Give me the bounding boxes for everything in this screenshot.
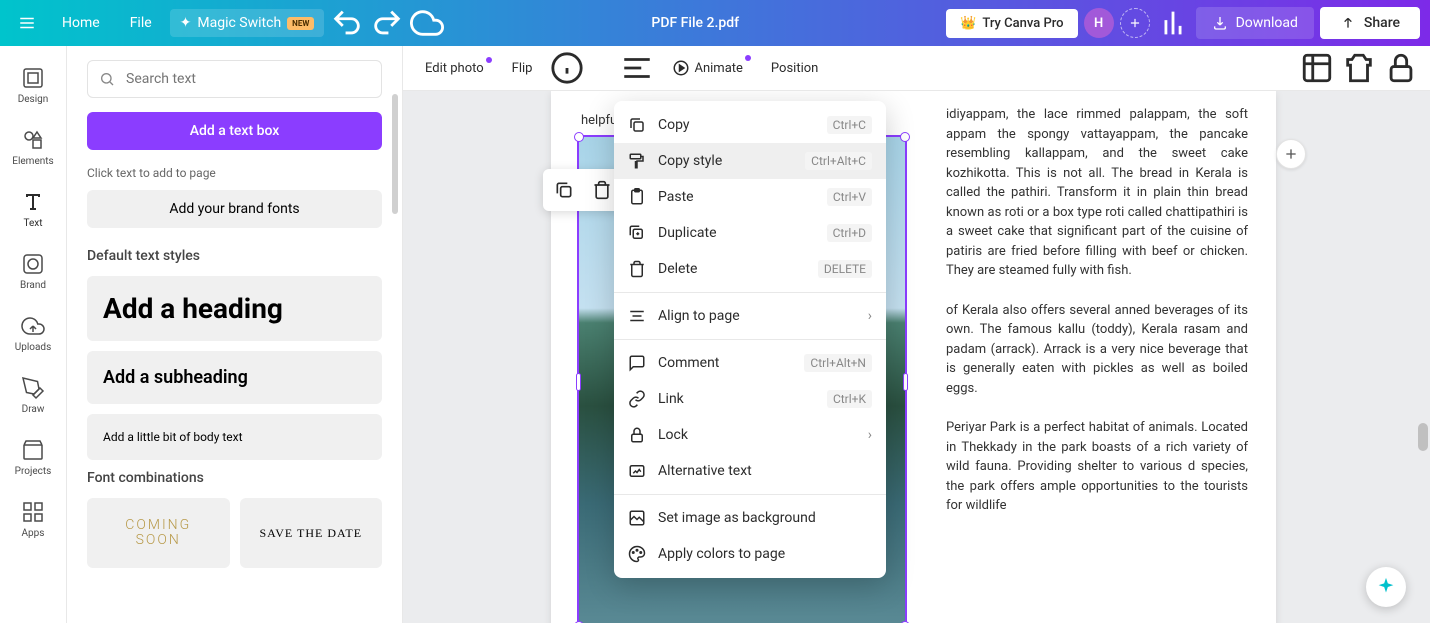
- insights-button[interactable]: [1156, 6, 1190, 40]
- duplicate-icon-button[interactable]: [547, 173, 581, 207]
- style-body[interactable]: Add a little bit of body text: [87, 414, 382, 460]
- page-add-button[interactable]: [1276, 139, 1306, 169]
- copy-style-button[interactable]: [1342, 51, 1376, 85]
- try-pro-button[interactable]: 👑 Try Canva Pro: [946, 9, 1077, 38]
- search-icon: [99, 71, 115, 87]
- share-button[interactable]: Share: [1320, 7, 1420, 39]
- page-text-right-column[interactable]: idiyappam, the lace rimmed palappam, the…: [946, 105, 1248, 536]
- comment-icon: [628, 354, 646, 372]
- cm-copy-style[interactable]: Copy style Ctrl+Alt+C: [614, 143, 886, 179]
- selection-toolbar: Edit photo Flip Animate Position: [403, 46, 1430, 91]
- search-text: [87, 60, 382, 98]
- tool-rail: Design Elements Text Brand Uploads Draw …: [0, 46, 67, 623]
- align-icon: [628, 307, 646, 325]
- crown-icon: 👑: [960, 16, 976, 31]
- magic-switch-button[interactable]: ✦ Magic Switch NEW: [170, 9, 325, 37]
- background-icon: [628, 509, 646, 527]
- paste-icon: [628, 188, 646, 206]
- cm-comment[interactable]: Comment Ctrl+Alt+N: [614, 345, 886, 381]
- avatar[interactable]: H: [1084, 8, 1114, 38]
- context-menu: Copy Ctrl+C Copy style Ctrl+Alt+C Paste …: [614, 101, 886, 578]
- lock-icon: [628, 426, 646, 444]
- paint-roller-icon: [628, 152, 646, 170]
- hint-text: Click text to add to page: [87, 166, 382, 180]
- add-text-box-button[interactable]: Add a text box: [87, 112, 382, 150]
- cm-lock[interactable]: Lock ›: [614, 417, 886, 453]
- cm-alt-text[interactable]: Alternative text: [614, 453, 886, 489]
- brand-fonts-button[interactable]: Add your brand fonts: [87, 190, 382, 228]
- transparency-button[interactable]: [1300, 51, 1334, 85]
- resize-handle-e[interactable]: [903, 373, 908, 391]
- top-bar: Home File ✦ Magic Switch NEW PDF File 2.…: [0, 0, 1430, 46]
- align-button[interactable]: [620, 51, 654, 85]
- cm-copy[interactable]: Copy Ctrl+C: [614, 107, 886, 143]
- rail-text[interactable]: Text: [3, 180, 63, 238]
- menu-icon[interactable]: [10, 6, 44, 40]
- download-button[interactable]: Download: [1196, 7, 1314, 39]
- palette-icon: [628, 545, 646, 563]
- rail-uploads[interactable]: Uploads: [3, 304, 63, 362]
- flip-button[interactable]: Flip: [502, 55, 543, 82]
- add-collaborator-button[interactable]: [1120, 8, 1150, 38]
- magic-switch-label: Magic Switch: [197, 15, 281, 31]
- link-icon: [628, 390, 646, 408]
- canva-assistant-button[interactable]: [1366, 567, 1406, 607]
- file-menu[interactable]: File: [118, 7, 164, 39]
- vertical-scrollbar-thumb[interactable]: [1418, 423, 1428, 451]
- rail-apps[interactable]: Apps: [3, 490, 63, 548]
- cm-align-to-page[interactable]: Align to page ›: [614, 298, 886, 334]
- chevron-right-icon: ›: [868, 308, 872, 324]
- cm-paste[interactable]: Paste Ctrl+V: [614, 179, 886, 215]
- animate-button[interactable]: Animate: [662, 53, 752, 83]
- panel-scrollbar[interactable]: [392, 94, 398, 613]
- position-button[interactable]: Position: [761, 55, 828, 82]
- info-button[interactable]: [550, 51, 584, 85]
- new-badge: NEW: [287, 17, 314, 30]
- rail-design[interactable]: Design: [3, 56, 63, 114]
- font-combinations-title: Font combinations: [87, 470, 382, 486]
- cm-delete[interactable]: Delete DELETE: [614, 251, 886, 287]
- document-title[interactable]: PDF File 2.pdf: [651, 15, 739, 31]
- resize-handle-ne[interactable]: [900, 132, 910, 142]
- sparkle-icon: ✦: [180, 15, 192, 31]
- cm-duplicate[interactable]: Duplicate Ctrl+D: [614, 215, 886, 251]
- font-combo-2[interactable]: SAVE THE DATE: [240, 498, 383, 568]
- default-styles-title: Default text styles: [87, 248, 382, 264]
- style-subheading[interactable]: Add a subheading: [87, 351, 382, 404]
- text-panel: Add a text box Click text to add to page…: [67, 46, 403, 623]
- alt-text-icon: [628, 462, 646, 480]
- undo-button[interactable]: [330, 6, 364, 40]
- lock-button[interactable]: [1384, 51, 1418, 85]
- cm-link[interactable]: Link Ctrl+K: [614, 381, 886, 417]
- search-input[interactable]: [87, 60, 382, 98]
- redo-button[interactable]: [370, 6, 404, 40]
- cm-divider-2: [614, 339, 886, 340]
- edit-photo-button[interactable]: Edit photo: [415, 55, 494, 82]
- cm-divider-1: [614, 292, 886, 293]
- home-link[interactable]: Home: [50, 7, 112, 39]
- cm-divider-3: [614, 494, 886, 495]
- duplicate-icon: [628, 224, 646, 242]
- cm-apply-colors[interactable]: Apply colors to page: [614, 536, 886, 572]
- resize-handle-nw[interactable]: [574, 132, 584, 142]
- chevron-right-icon: ›: [868, 427, 872, 443]
- trash-icon: [628, 260, 646, 278]
- rail-elements[interactable]: Elements: [3, 118, 63, 176]
- canvas-area: Edit photo Flip Animate Position: [403, 46, 1430, 623]
- cm-set-image-background[interactable]: Set image as background: [614, 500, 886, 536]
- resize-handle-w[interactable]: [576, 373, 581, 391]
- cloud-sync-icon[interactable]: [410, 6, 444, 40]
- rail-draw[interactable]: Draw: [3, 366, 63, 424]
- rail-brand[interactable]: Brand: [3, 242, 63, 300]
- copy-icon: [628, 116, 646, 134]
- rail-projects[interactable]: Projects: [3, 428, 63, 486]
- font-combo-1[interactable]: COMING SOON: [87, 498, 230, 568]
- style-heading[interactable]: Add a heading: [87, 276, 382, 341]
